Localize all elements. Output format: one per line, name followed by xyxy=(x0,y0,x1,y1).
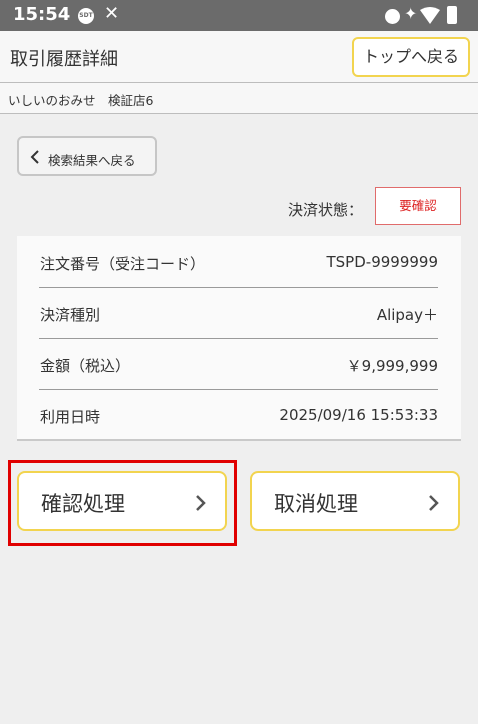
detail-row-datetime: 利用日時 2025/09/16 15:53:33 xyxy=(39,390,438,440)
notification-x-icon: ✕ xyxy=(104,3,120,24)
payment-status-badge: 要確認 xyxy=(375,187,461,225)
app-header: 取引履歴詳細 トップへ戻る xyxy=(0,31,478,83)
back-to-results-button[interactable]: 検索結果へ戻る xyxy=(17,136,157,176)
detail-row-payment-type: 決済種別 Alipay＋ xyxy=(39,288,438,339)
shop-name: いしいのおみせ 検証店6 xyxy=(8,93,154,108)
detail-label: 決済種別 xyxy=(40,306,101,324)
detail-label: 注文番号（受注コード） xyxy=(40,255,206,273)
back-to-results-label: 検索結果へ戻る xyxy=(48,153,136,168)
chevron-right-icon xyxy=(429,495,439,511)
detail-row-amount: 金額（税込） ￥9,999,999 xyxy=(39,339,438,390)
cancel-process-label: 取消処理 xyxy=(274,492,358,516)
cancel-process-button[interactable]: 取消処理 xyxy=(250,471,460,531)
page-title: 取引履歴詳細 xyxy=(10,49,118,70)
battery-icon xyxy=(447,6,457,24)
detail-value: 2025/09/16 15:53:33 xyxy=(279,406,438,424)
sdt-icon: SDT xyxy=(78,8,94,24)
detail-row-order-number: 注文番号（受注コード） TSPD-9999999 xyxy=(39,237,438,288)
chevron-right-icon xyxy=(196,495,206,511)
detail-label: 金額（税込） xyxy=(40,357,131,375)
confirm-process-label: 確認処理 xyxy=(41,492,125,516)
shop-bar: いしいのおみせ 検証店6 xyxy=(0,83,478,114)
confirm-process-button[interactable]: 確認処理 xyxy=(17,471,227,531)
payment-status-label: 決済状態： xyxy=(288,201,364,219)
status-bar: 15:54 SDT ✕ ✦ xyxy=(0,0,478,31)
dot-icon xyxy=(385,9,400,24)
detail-label: 利用日時 xyxy=(40,408,101,426)
settings-icon: ✦ xyxy=(404,4,418,23)
back-to-top-button[interactable]: トップへ戻る xyxy=(352,37,470,77)
detail-value: TSPD-9999999 xyxy=(326,253,439,271)
detail-value: Alipay＋ xyxy=(376,306,438,324)
transaction-detail-card: 注文番号（受注コード） TSPD-9999999 決済種別 Alipay＋ 金額… xyxy=(17,236,461,441)
wifi-icon xyxy=(420,7,440,24)
chevron-left-icon xyxy=(30,150,39,164)
status-time: 15:54 xyxy=(13,4,71,25)
detail-value: ￥9,999,999 xyxy=(346,357,438,375)
